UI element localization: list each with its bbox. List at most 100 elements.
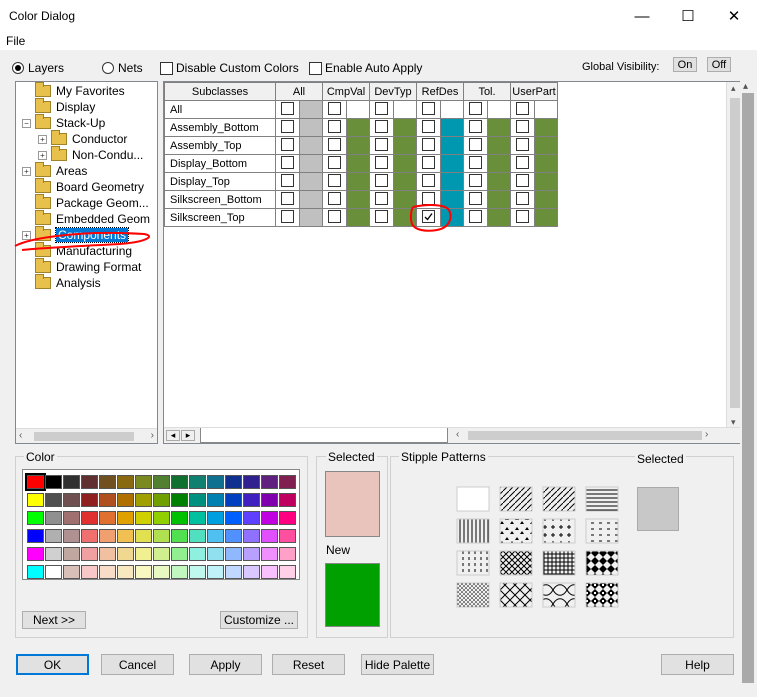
palette-swatch[interactable]: [117, 547, 134, 561]
grid-scroll-right-icon[interactable]: ›: [705, 429, 708, 440]
nets-radio-button[interactable]: [102, 62, 114, 74]
visibility-checkbox[interactable]: [327, 137, 341, 151]
layers-radio-button[interactable]: [12, 62, 24, 74]
palette-swatch[interactable]: [25, 473, 46, 491]
visibility-cell[interactable]: [510, 190, 535, 209]
palette-swatch[interactable]: [171, 511, 188, 525]
scroll-right-icon[interactable]: ›: [151, 430, 154, 441]
visibility-checkbox[interactable]: [280, 209, 294, 223]
tree-item[interactable]: Package Geom...: [22, 194, 149, 211]
visibility-checkbox[interactable]: [327, 209, 341, 223]
color-cell[interactable]: [439, 118, 464, 137]
visibility-cell[interactable]: [322, 136, 347, 155]
palette-swatch[interactable]: [153, 547, 170, 561]
visibility-checkbox[interactable]: [468, 173, 482, 187]
tree-item[interactable]: − Stack-Up: [22, 114, 105, 131]
visibility-checkbox[interactable]: [421, 119, 435, 133]
color-cell[interactable]: [345, 190, 370, 209]
color-cell[interactable]: [439, 136, 464, 155]
color-cell[interactable]: [486, 154, 511, 173]
color-cell[interactable]: [392, 136, 417, 155]
reset-button[interactable]: Reset: [272, 654, 345, 675]
visibility-checkbox[interactable]: [327, 155, 341, 169]
palette-swatch[interactable]: [171, 493, 188, 507]
visibility-checkbox[interactable]: [374, 155, 388, 169]
sheet-first-icon[interactable]: ◂: [166, 430, 180, 441]
stipple-crosshatch[interactable]: [499, 550, 533, 576]
stipple-plus[interactable]: [542, 518, 576, 544]
color-cell[interactable]: [533, 118, 558, 137]
palette-swatch[interactable]: [261, 493, 278, 507]
visibility-cell[interactable]: [510, 172, 535, 191]
palette-swatch[interactable]: [153, 493, 170, 507]
color-cell[interactable]: [533, 100, 558, 119]
palette-swatch[interactable]: [45, 547, 62, 561]
expand-icon[interactable]: +: [38, 150, 47, 160]
column-header[interactable]: UserPart: [510, 82, 558, 101]
palette-swatch[interactable]: [279, 511, 296, 525]
palette-swatch[interactable]: [225, 511, 242, 525]
palette-swatch[interactable]: [81, 565, 98, 579]
row-label[interactable]: Silkscreen_Top: [164, 208, 276, 227]
visibility-checkbox[interactable]: [515, 119, 529, 133]
palette-swatch[interactable]: [153, 565, 170, 579]
visibility-off-button[interactable]: Off: [707, 57, 731, 72]
visibility-cell[interactable]: [369, 190, 394, 209]
visibility-cell[interactable]: [369, 136, 394, 155]
palette-swatch[interactable]: [279, 565, 296, 579]
visibility-checkbox[interactable]: [468, 119, 482, 133]
visibility-checkbox[interactable]: [515, 209, 529, 223]
stipple-vertical[interactable]: [456, 518, 490, 544]
visibility-checkbox[interactable]: [327, 101, 341, 115]
visibility-checkbox[interactable]: [468, 209, 482, 223]
visibility-checkbox[interactable]: [374, 191, 388, 205]
tree-item[interactable]: + Non-Condu...: [38, 146, 143, 163]
visibility-checkbox[interactable]: [421, 173, 435, 187]
visibility-cell[interactable]: [275, 118, 300, 137]
close-button[interactable]: ✕: [711, 0, 757, 32]
visibility-checkbox[interactable]: [468, 155, 482, 169]
color-cell[interactable]: [439, 172, 464, 191]
color-cell[interactable]: [486, 118, 511, 137]
palette-swatch[interactable]: [207, 493, 224, 507]
visibility-cell[interactable]: [510, 118, 535, 137]
tree-item[interactable]: Drawing Format: [22, 258, 141, 275]
visibility-checkbox[interactable]: [280, 173, 294, 187]
color-cell[interactable]: [392, 154, 417, 173]
color-cell[interactable]: [486, 136, 511, 155]
customize-button[interactable]: Customize ...: [220, 611, 298, 629]
color-cell[interactable]: [486, 190, 511, 209]
palette-swatch[interactable]: [261, 565, 278, 579]
visibility-cell[interactable]: [463, 172, 488, 191]
tree-item[interactable]: My Favorites: [22, 82, 125, 99]
row-label[interactable]: Silkscreen_Bottom: [164, 190, 276, 209]
stipple-horizontal[interactable]: [585, 486, 619, 512]
visibility-checkbox[interactable]: [468, 137, 482, 151]
column-header[interactable]: CmpVal: [322, 82, 370, 101]
stipple-dots[interactable]: [456, 582, 490, 608]
visibility-cell[interactable]: [510, 100, 535, 119]
stipple-diagonal-2[interactable]: [542, 486, 576, 512]
stipple-diagonal-1[interactable]: [499, 486, 533, 512]
window-scroll-up-icon[interactable]: ▴: [743, 81, 748, 92]
row-label[interactable]: Assembly_Bottom: [164, 118, 276, 137]
color-cell[interactable]: [298, 118, 323, 137]
palette-swatch[interactable]: [27, 529, 44, 543]
visibility-cell[interactable]: [275, 100, 300, 119]
visibility-cell[interactable]: [463, 118, 488, 137]
palette-swatch[interactable]: [207, 547, 224, 561]
row-label[interactable]: Display_Bottom: [164, 154, 276, 173]
palette-swatch[interactable]: [171, 529, 188, 543]
visibility-cell[interactable]: [322, 208, 347, 227]
visibility-checkbox[interactable]: [280, 191, 294, 205]
visibility-checkbox[interactable]: [374, 137, 388, 151]
palette-swatch[interactable]: [117, 493, 134, 507]
palette-swatch[interactable]: [99, 565, 116, 579]
row-label[interactable]: All: [164, 100, 276, 119]
color-cell[interactable]: [345, 208, 370, 227]
color-cell[interactable]: [345, 172, 370, 191]
palette-swatch[interactable]: [243, 493, 260, 507]
visibility-checkbox[interactable]: [280, 137, 294, 151]
color-cell[interactable]: [345, 118, 370, 137]
row-label[interactable]: Display_Top: [164, 172, 276, 191]
